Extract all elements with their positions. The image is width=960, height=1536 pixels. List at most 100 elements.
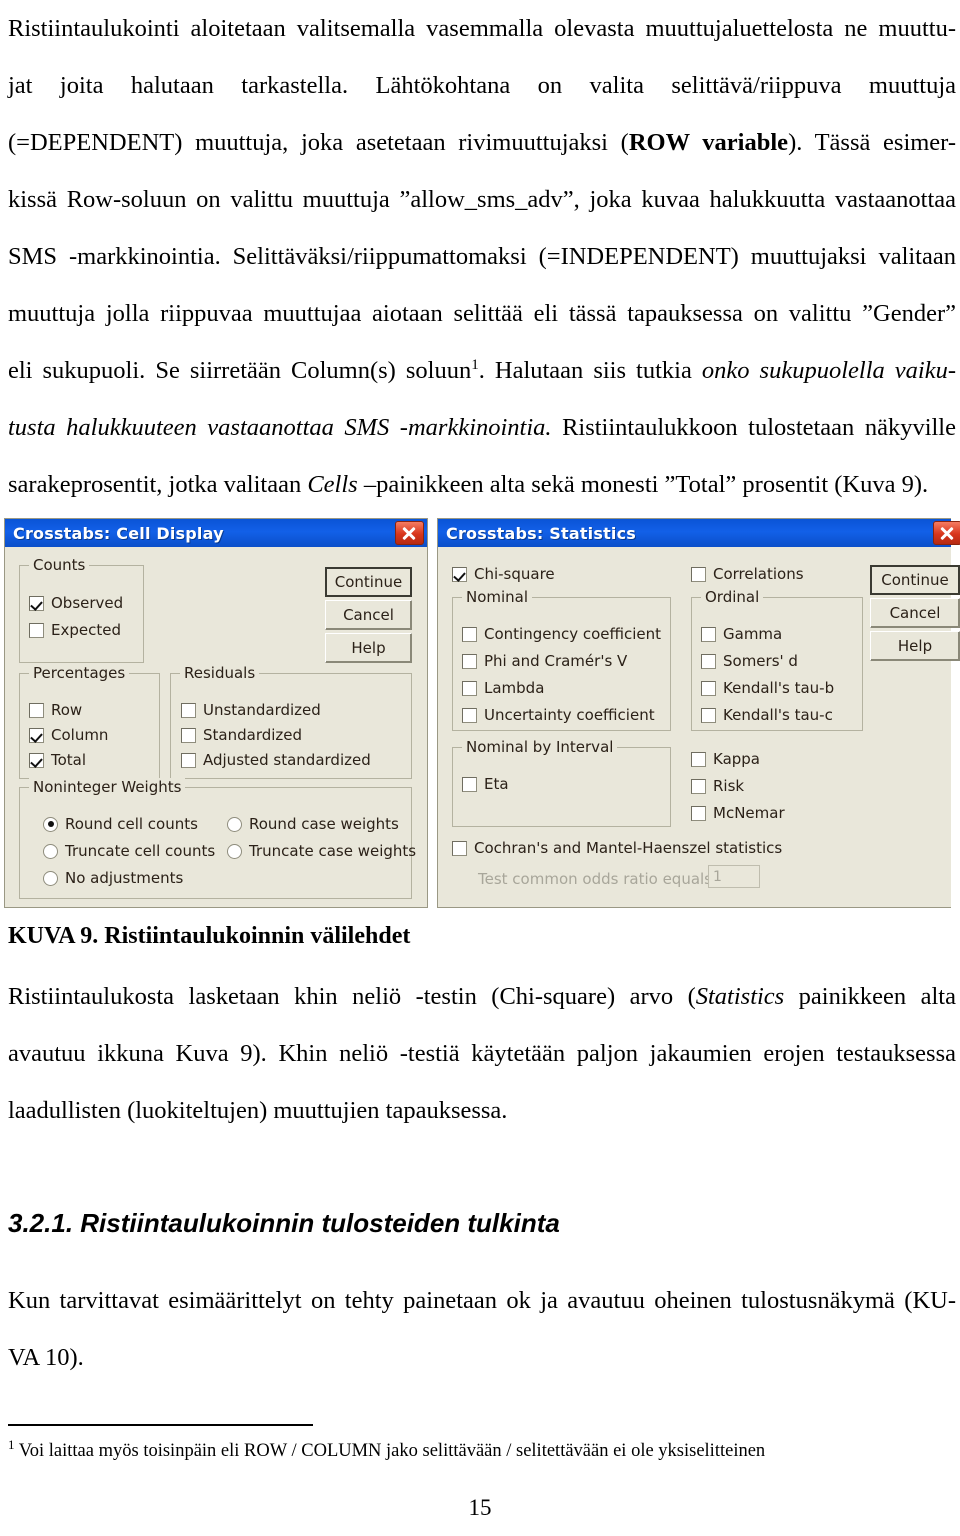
checkbox-chi-square[interactable]: Chi-square xyxy=(452,565,555,583)
checkbox-column-percent[interactable]: Column xyxy=(29,726,108,744)
text-line-7-italic: onko sukupuolella vaiku- xyxy=(701,357,956,384)
checkbox-gamma-box[interactable] xyxy=(701,626,716,642)
checkbox-risk[interactable]: Risk xyxy=(691,777,744,795)
checkbox-kappa-box[interactable] xyxy=(691,751,706,767)
checkbox-column-percent-box[interactable] xyxy=(29,727,44,743)
checkbox-somers-d-box[interactable] xyxy=(701,653,716,669)
text-line-10-part-a: Ristiintaulukosta lasketaan khin neliö -… xyxy=(8,983,696,1010)
checkbox-total-percent[interactable]: Total xyxy=(29,751,86,769)
checkbox-gamma[interactable]: Gamma xyxy=(701,625,782,643)
checkbox-correlations[interactable]: Correlations xyxy=(691,565,804,583)
checkbox-chi-square-box[interactable] xyxy=(452,566,467,582)
radio-round-cell-counts[interactable]: Round cell counts xyxy=(43,815,198,833)
radio-round-case-weights-label: Round case weights xyxy=(249,815,399,833)
checkbox-kendalls-tau-b[interactable]: Kendall's tau-b xyxy=(701,679,834,697)
checkbox-adjusted-standardized[interactable]: Adjusted standardized xyxy=(181,751,371,769)
radio-truncate-cell-counts-dot[interactable] xyxy=(43,843,58,859)
help-button[interactable]: Help xyxy=(870,631,960,661)
nominal-group-label: Nominal xyxy=(462,588,533,606)
radio-truncate-case-weights-label: Truncate case weights xyxy=(249,842,417,860)
checkbox-observed-box[interactable] xyxy=(29,595,44,611)
text-line-9-part-a: sarakeprosentit, jotka valitaan xyxy=(8,471,308,498)
checkbox-correlations-box[interactable] xyxy=(691,566,706,582)
checkbox-phi-cramers-v[interactable]: Phi and Cramér's V xyxy=(462,652,627,670)
checkbox-row-percent[interactable]: Row xyxy=(29,701,82,719)
checkbox-kappa[interactable]: Kappa xyxy=(691,750,760,768)
statistics-emphasis: Statistics xyxy=(695,983,785,1010)
text-line-4: kissä Row-soluun on valittu muuttuja ”al… xyxy=(8,186,956,213)
cell-display-titlebar[interactable]: Crosstabs: Cell Display xyxy=(5,519,427,547)
checkbox-contingency-coefficient[interactable]: Contingency coefficient xyxy=(462,625,661,643)
close-icon[interactable] xyxy=(395,521,424,545)
nominal-by-interval-group-label: Nominal by Interval xyxy=(462,738,618,756)
close-icon[interactable] xyxy=(933,521,960,545)
row-variable-emphasis: ROW variable xyxy=(628,129,789,156)
checkbox-adjusted-standardized-box[interactable] xyxy=(181,752,196,768)
radio-round-cell-counts-label: Round cell counts xyxy=(65,815,198,833)
crosstabs-statistics-dialog[interactable]: Crosstabs: Statistics Chi-square Correla… xyxy=(437,518,960,908)
checkbox-uncertainty-coefficient-box[interactable] xyxy=(462,707,477,723)
checkbox-cochran-mantel-haenszel[interactable]: Cochran's and Mantel-Haenszel statistics xyxy=(452,839,782,857)
checkbox-unstandardized-label: Unstandardized xyxy=(203,701,321,719)
text-line-8-italic: tusta halukkuuteen vastaanottaa SMS -mar… xyxy=(8,414,552,441)
body-paragraph-2: muuttuja jolla riippuvaa muuttujaa aiota… xyxy=(8,285,956,517)
continue-button-label: Continue xyxy=(334,573,403,591)
cancel-button[interactable]: Cancel xyxy=(870,598,960,628)
radio-no-adjustments-dot[interactable] xyxy=(43,870,58,886)
checkbox-total-percent-label: Total xyxy=(51,751,87,769)
checkbox-cochran-mantel-haenszel-box[interactable] xyxy=(452,840,467,856)
checkbox-somers-d[interactable]: Somers' d xyxy=(701,652,798,670)
radio-round-cell-counts-dot[interactable] xyxy=(43,816,58,832)
statistics-titlebar[interactable]: Crosstabs: Statistics xyxy=(438,519,960,547)
checkbox-kendalls-tau-c-box[interactable] xyxy=(701,707,716,723)
checkbox-total-percent-box[interactable] xyxy=(29,752,44,768)
cancel-button[interactable]: Cancel xyxy=(325,600,412,630)
checkbox-kendalls-tau-b-box[interactable] xyxy=(701,680,716,696)
checkbox-contingency-coefficient-box[interactable] xyxy=(462,626,477,642)
text-line-11: avautuu ikkuna Kuva 9). Khin neliö -test… xyxy=(8,1040,956,1067)
odds-ratio-label: Test common odds ratio equals: xyxy=(478,870,718,888)
radio-truncate-cell-counts[interactable]: Truncate cell counts xyxy=(43,842,215,860)
checkbox-eta-box[interactable] xyxy=(462,776,477,792)
odds-ratio-input[interactable]: 1 xyxy=(708,865,760,888)
checkbox-uncertainty-coefficient[interactable]: Uncertainty coefficient xyxy=(462,706,655,724)
checkbox-unstandardized-box[interactable] xyxy=(181,702,196,718)
checkbox-standardized-box[interactable] xyxy=(181,727,196,743)
checkbox-unstandardized[interactable]: Unstandardized xyxy=(181,701,321,719)
checkbox-mcnemar[interactable]: McNemar xyxy=(691,804,785,822)
checkbox-row-percent-box[interactable] xyxy=(29,702,44,718)
checkbox-phi-cramers-v-box[interactable] xyxy=(462,653,477,669)
checkbox-kendalls-tau-b-label: Kendall's tau-b xyxy=(723,679,835,697)
checkbox-risk-box[interactable] xyxy=(691,778,706,794)
help-button[interactable]: Help xyxy=(325,633,412,663)
checkbox-standardized[interactable]: Standardized xyxy=(181,726,302,744)
cell-display-title: Crosstabs: Cell Display xyxy=(13,523,224,543)
radio-truncate-case-weights-dot[interactable] xyxy=(227,843,242,859)
radio-round-case-weights-dot[interactable] xyxy=(227,816,242,832)
cancel-button-label: Cancel xyxy=(343,606,394,624)
continue-button[interactable]: Continue xyxy=(870,565,960,595)
checkbox-lambda[interactable]: Lambda xyxy=(462,679,544,697)
footnote-separator xyxy=(8,1424,313,1426)
body-paragraph-4: Kun tarvittavat esimäärittelyt on tehty … xyxy=(8,1272,956,1392)
checkbox-lambda-box[interactable] xyxy=(462,680,477,696)
radio-round-case-weights[interactable]: Round case weights xyxy=(227,815,399,833)
checkbox-expected[interactable]: Expected xyxy=(29,621,121,639)
checkbox-mcnemar-box[interactable] xyxy=(691,805,706,821)
radio-no-adjustments[interactable]: No adjustments xyxy=(43,869,183,887)
footnote-text: Voi laittaa myös toisinpäin eli ROW / CO… xyxy=(18,1441,766,1461)
radio-truncate-case-weights[interactable]: Truncate case weights xyxy=(227,842,416,860)
crosstabs-cell-display-dialog[interactable]: Crosstabs: Cell Display Counts Observed … xyxy=(4,518,428,908)
continue-button[interactable]: Continue xyxy=(325,567,412,597)
checkbox-observed-label: Observed xyxy=(51,594,124,612)
text-line-3-part-a: (=DEPENDENT) muuttuja, joka asetetaan ri… xyxy=(8,129,629,156)
checkbox-kendalls-tau-c[interactable]: Kendall's tau-c xyxy=(701,706,833,724)
checkbox-observed[interactable]: Observed xyxy=(29,594,123,612)
text-line-7-part-b: . Halutaan siis tutkia xyxy=(478,357,702,384)
checkbox-eta[interactable]: Eta xyxy=(462,775,509,793)
residuals-group-label: Residuals xyxy=(180,664,260,682)
checkbox-expected-box[interactable] xyxy=(29,622,44,638)
help-button-label: Help xyxy=(897,637,933,655)
checkbox-phi-cramers-v-label: Phi and Cramér's V xyxy=(484,652,628,670)
document-page: Ristiintaulukointi aloitetaan valitsemal… xyxy=(0,0,960,1536)
